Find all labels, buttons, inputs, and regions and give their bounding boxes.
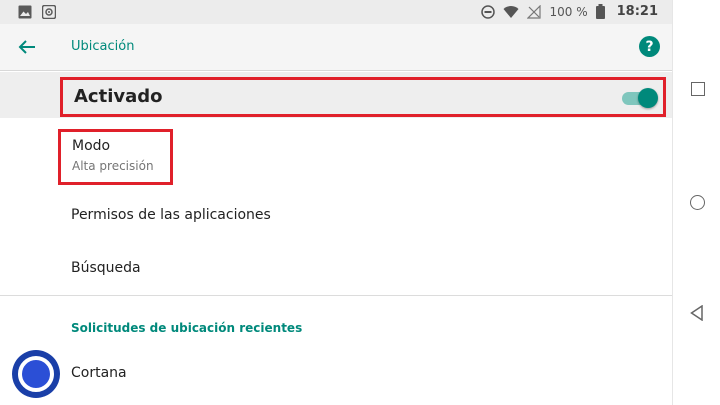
navigation-bar <box>672 0 720 405</box>
image-icon <box>18 5 32 19</box>
master-switch-label: Activado <box>74 86 163 107</box>
system-icons: 100 % 18:21 <box>481 4 658 19</box>
app-permissions-setting[interactable]: Permisos de las aplicaciones <box>0 194 672 238</box>
master-switch-row[interactable]: Activado <box>0 72 672 118</box>
mode-subtitle: Alta precisión <box>72 159 154 173</box>
help-button[interactable]: ? <box>639 36 660 57</box>
battery-icon <box>595 4 605 19</box>
recent-app-label: Cortana <box>71 365 127 381</box>
status-bar: 100 % 18:21 <box>0 0 672 24</box>
clock: 18:21 <box>616 4 658 19</box>
notification-icons <box>18 5 56 19</box>
recent-app-cortana[interactable]: Cortana <box>0 348 672 400</box>
cortana-ring <box>18 356 54 392</box>
list-item-label: Permisos de las aplicaciones <box>71 207 271 223</box>
recent-requests-header: Solicitudes de ubicación recientes <box>71 321 303 335</box>
divider <box>0 295 672 296</box>
photo-badge-icon <box>42 5 56 19</box>
wifi-icon <box>503 5 519 19</box>
do-not-disturb-icon <box>481 4 496 19</box>
back-button[interactable] <box>14 34 40 60</box>
list-item-label: Búsqueda <box>71 260 141 276</box>
back-icon[interactable] <box>690 304 706 322</box>
mode-setting[interactable]: Modo Alta precisión <box>0 122 672 188</box>
location-settings-app: 100 % 18:21 Ubicación ? Activado Modo Al… <box>0 0 672 405</box>
screen: 100 % 18:21 Ubicación ? Activado Modo Al… <box>0 0 720 405</box>
cortana-icon <box>12 350 60 398</box>
mode-title: Modo <box>72 138 111 154</box>
battery-percentage: 100 % <box>549 4 588 19</box>
page-title: Ubicación <box>71 39 135 54</box>
home-icon[interactable] <box>690 195 705 210</box>
highlight-box-master: Activado <box>60 77 666 117</box>
toolbar: Ubicación ? <box>0 24 672 71</box>
recents-icon[interactable] <box>691 82 705 96</box>
arrow-back-icon <box>18 40 35 54</box>
highlight-box-mode: Modo Alta precisión <box>58 129 173 185</box>
toggle-thumb <box>638 88 658 108</box>
no-signal-icon <box>527 4 542 19</box>
help-icon: ? <box>645 38 654 55</box>
search-setting[interactable]: Búsqueda <box>0 247 672 291</box>
location-toggle[interactable] <box>622 88 658 108</box>
